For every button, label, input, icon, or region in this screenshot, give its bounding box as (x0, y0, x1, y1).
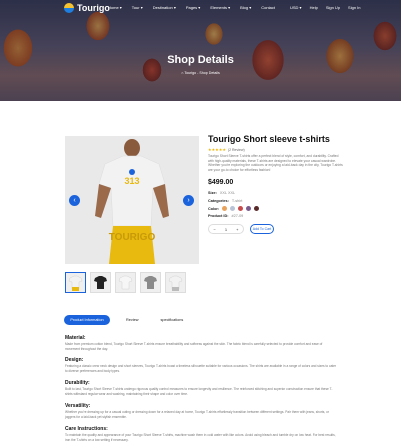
logo-icon (64, 3, 74, 13)
tshirt-model-image: 313 TOURIGO (95, 139, 169, 264)
menu-item-elements[interactable]: Elements ▾ (210, 5, 230, 10)
breadcrumb-current: Shop Details (199, 71, 220, 75)
section-heading-durability: Durability: (65, 380, 90, 386)
color-swatch-purple[interactable] (246, 206, 252, 211)
thumbnail-5[interactable] (165, 272, 186, 293)
section-text-material: Made from premium cotton blend, Tourigo … (65, 342, 323, 351)
shirt-number: 313 (124, 176, 139, 186)
review-count[interactable]: (2 Review) (228, 148, 245, 152)
arrow-left-icon: ‹ (73, 197, 76, 204)
menu-item-tour[interactable]: Tour ▾ (132, 5, 143, 10)
qty-decrease-button[interactable]: − (214, 227, 216, 232)
category-label: Categories: (208, 199, 229, 203)
product-tabs: Product Information Review specification… (64, 315, 189, 325)
product-id-row: Product ID: #27-09 (208, 214, 243, 218)
product-price: $499.00 (208, 179, 234, 186)
qty-value[interactable]: 1 (225, 227, 227, 232)
product-description: Tourigo Short Sleeve T-shirts offer a pe… (208, 154, 343, 172)
section-text-versatility: Whether you're dressing up for a casual … (65, 410, 330, 419)
product-rating: ★★★★★ (2 Review) (208, 147, 245, 152)
product-title: Tourigo Short sleeve t-shirts (208, 134, 330, 144)
menu-item-contact[interactable]: Contact (261, 5, 275, 10)
right-menu: USD ▾ Help Sign Up Sign In (290, 5, 361, 10)
color-swatch-red[interactable] (238, 206, 244, 211)
size-value: XXL XXL (219, 191, 236, 195)
arrow-right-icon: › (187, 197, 190, 204)
shirt-print: TOURIGO (109, 232, 156, 243)
currency-select[interactable]: USD ▾ (290, 5, 302, 10)
section-text-durability: Built to last, Tourigo Short Sleeve T-sh… (65, 387, 333, 396)
category-value[interactable]: T-shirt (232, 199, 243, 203)
signup-link[interactable]: Sign Up (326, 5, 340, 10)
next-image-button[interactable]: › (183, 195, 194, 206)
color-swatch-blue[interactable] (230, 206, 236, 211)
thumbnail-2[interactable] (90, 272, 111, 293)
section-text-design: Featuring a classic crew neck design and… (65, 364, 337, 373)
add-to-cart-button[interactable]: Add To Cart (250, 224, 274, 234)
color-label: Color: (208, 206, 220, 211)
signin-link[interactable]: Sign In (348, 5, 360, 10)
product-main-image: 313 TOURIGO (65, 136, 199, 264)
tab-specifications[interactable]: specifications (154, 315, 189, 325)
menu-item-pages[interactable]: Pages ▾ (186, 5, 200, 10)
logo[interactable]: Tourigo (64, 3, 110, 13)
section-heading-care: Care Instructions: (65, 426, 108, 432)
category-row: Categories: T-shirt (208, 199, 242, 203)
section-heading-versatility: Versatility: (65, 403, 91, 409)
color-swatch-maroon[interactable] (254, 206, 260, 211)
thumbnail-1[interactable] (65, 272, 86, 293)
star-icons: ★★★★★ (208, 147, 226, 152)
menu-item-destination[interactable]: Destination ▾ (153, 5, 176, 10)
quantity-stepper: − 1 + (208, 224, 244, 234)
top-nav: Tourigo Home ▾ Tour ▾ Destination ▾ Page… (0, 0, 401, 17)
help-link[interactable]: Help (310, 5, 318, 10)
breadcrumb-home[interactable]: Tourigo (184, 71, 196, 75)
product-id-value: #27-09 (231, 214, 244, 218)
size-row: Size: XXL XXL (208, 191, 235, 195)
tab-product-information[interactable]: Product Information (64, 315, 110, 325)
main-menu: Home ▾ Tour ▾ Destination ▾ Pages ▾ Elem… (108, 5, 275, 10)
section-heading-design: Design: (65, 357, 84, 363)
page-title: Shop Details (167, 54, 234, 66)
logo-text: Tourigo (77, 3, 110, 13)
tab-review[interactable]: Review (120, 315, 144, 325)
section-text-care: To maintain the quality and appearance o… (65, 433, 336, 442)
color-row: Color: (208, 206, 260, 211)
product-id-label: Product ID: (208, 214, 229, 218)
breadcrumb: ⌂ Tourigo - Shop Details (0, 71, 401, 75)
menu-item-blog[interactable]: Blog ▾ (240, 5, 251, 10)
color-swatch-orange[interactable] (222, 206, 228, 211)
size-label: Size: (208, 191, 217, 195)
menu-item-home[interactable]: Home ▾ (108, 5, 122, 10)
thumbnail-4[interactable] (140, 272, 161, 293)
prev-image-button[interactable]: ‹ (69, 195, 80, 206)
thumbnail-3[interactable] (115, 272, 136, 293)
qty-increase-button[interactable]: + (236, 227, 238, 232)
section-heading-material: Material: (65, 335, 86, 341)
